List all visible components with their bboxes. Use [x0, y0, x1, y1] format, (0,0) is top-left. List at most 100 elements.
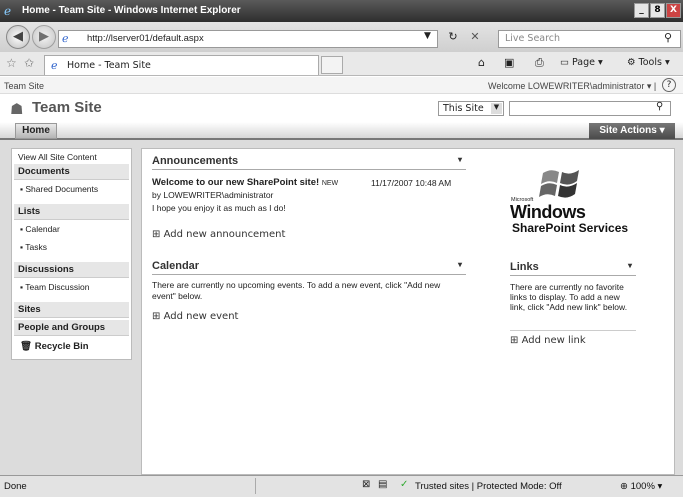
add-link-label: Add new link [521, 335, 586, 346]
heading-documents[interactable]: Documents [14, 164, 129, 180]
address-bar[interactable]: ℯ http://lserver01/default.aspx [58, 30, 438, 48]
address-dropdown-icon[interactable]: ▼ [424, 31, 431, 41]
add-event-link[interactable]: ⊞ Add new event [152, 311, 238, 322]
nav-calendar[interactable]: ▪ Calendar [14, 224, 129, 234]
zoom-level: 100% [630, 481, 655, 492]
recycle-bin-link[interactable]: 🗑 Recycle Bin [14, 341, 129, 352]
privacy-icon[interactable]: ▤ [378, 479, 387, 490]
heading-lists[interactable]: Lists [14, 204, 129, 220]
new-tab-button[interactable] [321, 56, 343, 74]
add-icon: ⊞ [152, 229, 161, 240]
announcements-menu-icon[interactable]: ▾ [458, 155, 462, 164]
announcement-date: 11/17/2007 10:48 AM [371, 178, 452, 188]
status-text: Done [4, 481, 27, 492]
links-divider [510, 330, 636, 331]
search-icon[interactable]: ⚲ [664, 31, 672, 44]
title-bar: ℯ Home - Team Site - Windows Internet Ex… [0, 0, 683, 22]
refresh-icon[interactable]: ↻ [444, 30, 462, 48]
site-logo-icon: ☗ [10, 100, 24, 118]
new-badge: NEW [321, 180, 339, 187]
stop-icon[interactable]: ✕ [466, 30, 484, 48]
forward-button[interactable]: ▶ [32, 25, 56, 49]
announcement-body: I hope you enjoy it as much as I do! [152, 203, 286, 213]
site-actions-menu[interactable]: Site Actions ▾ [589, 123, 675, 139]
logo-sharepoint-services: SharePoint Services [512, 221, 629, 235]
search-scope-select[interactable]: This Site ▼ [438, 101, 504, 116]
search-input[interactable]: Live Search [498, 30, 681, 48]
windows-flag-icon [539, 163, 583, 201]
tab-page-icon: ℯ [51, 59, 58, 72]
zoom-control[interactable]: ⊕ 100% ▾ [620, 481, 662, 492]
maximize-button[interactable]: 8 [650, 3, 665, 18]
announcement-author: by LOWEWRITER\administrator [152, 190, 274, 200]
nav-tasks[interactable]: ▪ Tasks [14, 242, 129, 252]
links-title: Links [510, 261, 539, 273]
address-text: http://lserver01/default.aspx [87, 33, 204, 44]
announcement-title-link[interactable]: Welcome to our new SharePoint site! NEW [152, 177, 338, 188]
site-search-input[interactable] [509, 101, 671, 116]
print-icon[interactable]: ⎙ [535, 56, 544, 70]
add-favorites-icon[interactable]: ✩ [24, 56, 34, 70]
heading-people-groups[interactable]: People and Groups [14, 320, 129, 336]
announcement-title: Welcome to our new SharePoint site! [152, 177, 320, 188]
quick-launch: View All Site Content Documents ▪ Shared… [11, 148, 132, 360]
logo-windows: Windows [510, 202, 586, 222]
home-icon[interactable]: ⌂ [478, 56, 485, 69]
nav-shared-documents-label: Shared Documents [25, 184, 99, 194]
site-title[interactable]: Team Site [32, 99, 102, 116]
tools-menu-label: Tools [638, 57, 662, 68]
ie-logo-icon: ℯ [4, 4, 12, 18]
zoom-icon: ⊕ [620, 481, 628, 492]
close-button[interactable]: X [666, 3, 681, 18]
security-zone[interactable]: Trusted sites | Protected Mode: Off [415, 481, 562, 492]
add-icon: ⊞ [510, 335, 519, 346]
minimize-button[interactable]: _ [634, 3, 649, 18]
tab-home[interactable]: Home [15, 123, 57, 139]
add-announcement-link[interactable]: ⊞ Add new announcement [152, 229, 285, 240]
calendar-header[interactable]: Calendar ▾ [152, 260, 466, 275]
add-event-label: Add new event [163, 311, 239, 322]
view-all-content-link[interactable]: View All Site Content [14, 151, 129, 163]
recycle-bin-icon: 🗑 [20, 341, 33, 352]
favorites-star-icon[interactable]: ☆ [6, 56, 17, 70]
heading-discussions[interactable]: Discussions [14, 262, 129, 278]
site-actions-label: Site Actions [599, 125, 657, 136]
popup-blocker-icon[interactable]: ⊠ [362, 479, 370, 490]
trusted-sites-icon: ✓ [400, 479, 409, 490]
links-empty-text: There are currently no favorite links to… [510, 282, 628, 312]
help-icon[interactable]: ? [662, 78, 676, 92]
scope-dropdown-icon: ▼ [491, 103, 502, 114]
page-icon: ℯ [62, 33, 69, 45]
search-scope-value: This Site [443, 103, 484, 114]
status-panes [255, 478, 355, 494]
add-link-link[interactable]: ⊞ Add new link [510, 335, 586, 346]
top-nav-bar [0, 122, 683, 140]
page-menu[interactable]: ▭ Page ▾ [560, 57, 603, 68]
tab-title: Home - Team Site [67, 60, 151, 71]
announcements-title: Announcements [152, 155, 239, 167]
feeds-icon[interactable]: ▣ [504, 56, 514, 69]
welcome-text: Welcome LOWEWRITER\administrator [488, 81, 645, 91]
nav-tasks-label: Tasks [25, 242, 47, 252]
calendar-empty-text: There are currently no upcoming events. … [152, 280, 441, 301]
window-title: Home - Team Site - Windows Internet Expl… [22, 5, 241, 16]
calendar-title: Calendar [152, 260, 200, 272]
tools-menu[interactable]: ⚙ Tools ▾ [627, 57, 670, 68]
calendar-menu-icon[interactable]: ▾ [458, 260, 462, 269]
add-announcement-label: Add new announcement [163, 229, 286, 240]
heading-sites[interactable]: Sites [14, 302, 129, 318]
announcements-header[interactable]: Announcements ▾ [152, 155, 466, 170]
nav-shared-documents[interactable]: ▪ Shared Documents [14, 184, 129, 194]
add-icon: ⊞ [152, 311, 161, 322]
breadcrumb[interactable]: Team Site [4, 81, 44, 91]
nav-team-discussion[interactable]: ▪ Team Discussion [14, 282, 129, 292]
nav-calendar-label: Calendar [25, 224, 60, 234]
nav-team-discussion-label: Team Discussion [25, 282, 90, 292]
back-button[interactable]: ◀ [6, 25, 30, 49]
welcome-menu[interactable]: Welcome LOWEWRITER\administrator ▾ | [488, 81, 656, 92]
links-menu-icon[interactable]: ▾ [628, 261, 632, 270]
links-header[interactable]: Links ▾ [510, 261, 636, 276]
site-search-icon[interactable]: ⚲ [656, 101, 663, 112]
page-menu-label: Page [572, 57, 595, 68]
browser-tab[interactable]: ℯ Home - Team Site [44, 55, 319, 75]
